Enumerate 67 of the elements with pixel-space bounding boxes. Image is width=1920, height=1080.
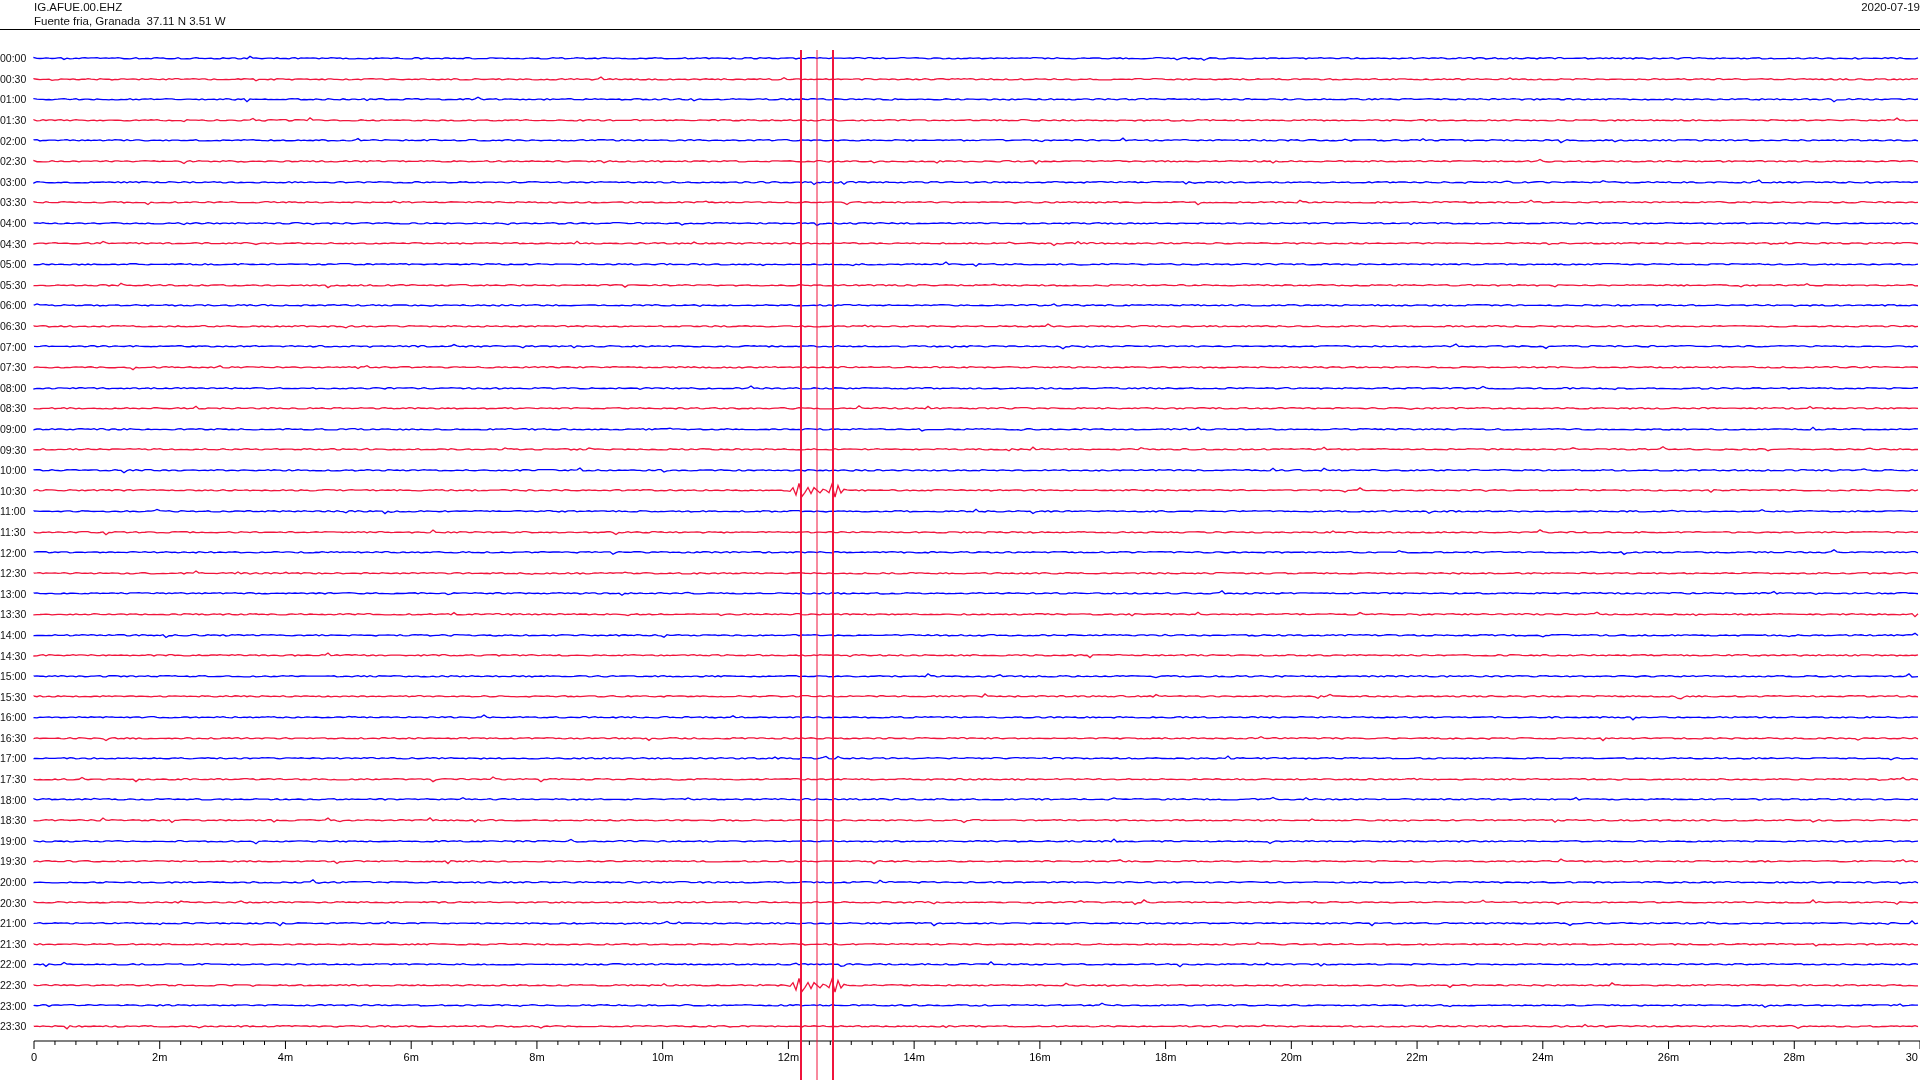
- time-label: 00:30: [0, 72, 28, 85]
- time-label: 16:00: [0, 711, 28, 724]
- axis-tick-label: 22m: [1406, 1050, 1428, 1063]
- time-label: 01:30: [0, 114, 28, 127]
- time-label: 15:00: [0, 670, 28, 683]
- axis-tick-label: 0: [30, 1050, 38, 1063]
- time-label: 07:30: [0, 361, 28, 374]
- time-label: 22:30: [0, 979, 28, 991]
- time-label: 06:00: [0, 299, 28, 312]
- axis-tick-label: 4m: [277, 1050, 294, 1063]
- time-label: 15:30: [0, 690, 28, 703]
- time-label: 13:30: [0, 608, 28, 621]
- time-label: 09:30: [0, 443, 28, 456]
- time-label: 03:00: [0, 175, 28, 188]
- time-label: 17:00: [0, 752, 28, 765]
- time-label: 14:30: [0, 649, 28, 662]
- time-label: 18:00: [0, 793, 28, 806]
- axis-tick-label: 12m: [777, 1050, 800, 1063]
- axis-tick-label: 24m: [1532, 1050, 1554, 1063]
- time-label: 12:30: [0, 567, 28, 580]
- time-label: 07:00: [0, 340, 28, 353]
- axis-tick-label: 8m: [529, 1050, 545, 1063]
- time-label: 21:30: [0, 937, 28, 950]
- time-label: 22:00: [0, 958, 28, 971]
- time-label: 18:30: [0, 814, 28, 827]
- time-label: 20:30: [0, 896, 28, 909]
- time-label: 05:00: [0, 258, 28, 271]
- station-code: IG.AFUE.00.EHZ: [34, 0, 124, 14]
- axis-tick-label: 6m: [403, 1050, 419, 1063]
- time-label: 11:00: [0, 505, 27, 518]
- date-label: 2020-07-19: [1861, 0, 1920, 15]
- time-label: 10:30: [0, 484, 28, 497]
- time-label: 03:30: [0, 196, 28, 209]
- axis-tick-label: 20m: [1280, 1050, 1303, 1063]
- time-label: 19:30: [0, 855, 28, 868]
- axis-tick-label: 26m: [1657, 1050, 1680, 1063]
- time-label: 02:00: [0, 134, 28, 147]
- axis-tick-label: 16m: [1029, 1050, 1051, 1063]
- time-label: 08:30: [0, 402, 28, 415]
- time-label: 04:00: [0, 217, 28, 230]
- time-label: 04:30: [0, 237, 28, 250]
- time-label: 01:00: [0, 93, 28, 106]
- time-label: 02:30: [0, 155, 28, 168]
- axis-tick-label: 28m: [1783, 1050, 1805, 1063]
- axis-tick-label: 2m: [152, 1050, 168, 1063]
- time-label: 21:00: [0, 917, 28, 930]
- time-label: 00:00: [0, 52, 28, 65]
- time-label: 19:00: [0, 834, 28, 847]
- time-label: 08:00: [0, 381, 28, 394]
- time-label: 12:00: [0, 546, 28, 559]
- axis-tick-label: 30: [1905, 1050, 1918, 1063]
- time-label: 16:30: [0, 731, 28, 744]
- time-label: 23:00: [0, 999, 28, 1012]
- time-label: 20:00: [0, 876, 28, 889]
- station-location: Fuente fria, Granada 37.11 N 3.51 W: [34, 14, 226, 28]
- time-label: 10:00: [0, 464, 28, 477]
- time-label: 05:30: [0, 278, 28, 291]
- axis-tick-label: 18m: [1154, 1050, 1177, 1063]
- time-label: 13:00: [0, 587, 28, 600]
- time-label: 17:30: [0, 773, 28, 786]
- time-label: 11:30: [0, 525, 27, 538]
- axis-tick-label: 14m: [903, 1050, 925, 1063]
- time-label: 14:00: [0, 628, 28, 641]
- time-label: 23:30: [0, 1020, 28, 1033]
- time-label: 09:00: [0, 423, 28, 435]
- axis-tick-label: 10m: [651, 1050, 674, 1063]
- time-label: 06:30: [0, 320, 28, 332]
